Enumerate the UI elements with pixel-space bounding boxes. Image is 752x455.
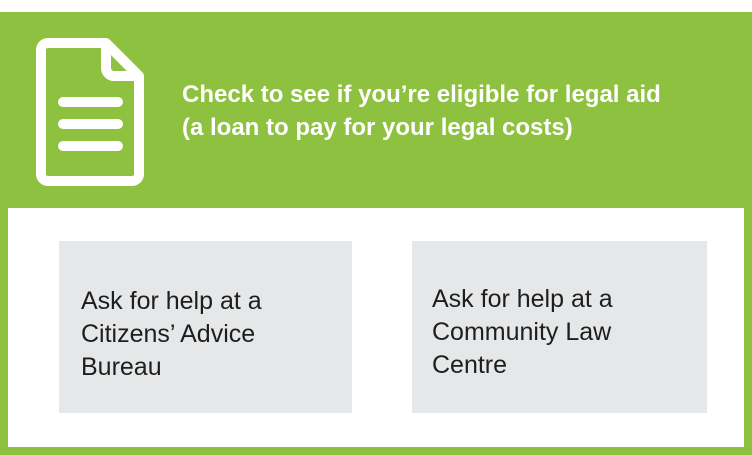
option-line: Centre [432, 351, 508, 379]
legal-aid-banner: Check to see if you’re eligible for lega… [0, 12, 752, 208]
banner-line-2: (a loan to pay for your legal costs) [182, 114, 573, 141]
option-line: Ask for help at a [432, 285, 613, 313]
document-icon [36, 38, 144, 186]
community-law-centre-box: Ask for help at a Community Law Centre [412, 241, 707, 413]
citizens-advice-bureau-box: Ask for help at a Citizens’ Advice Burea… [59, 241, 352, 413]
option-line: Bureau [81, 353, 162, 381]
option-line: Community Law [432, 318, 612, 346]
flow-connector-line [386, 0, 394, 12]
banner-line-1: Check to see if you’re eligible for lega… [182, 81, 661, 108]
banner-text: Check to see if you’re eligible for lega… [182, 78, 742, 144]
option-line: Ask for help at a [81, 287, 262, 315]
option-line: Citizens’ Advice [81, 320, 256, 348]
options-panel: Ask for help at a Citizens’ Advice Burea… [8, 208, 744, 447]
